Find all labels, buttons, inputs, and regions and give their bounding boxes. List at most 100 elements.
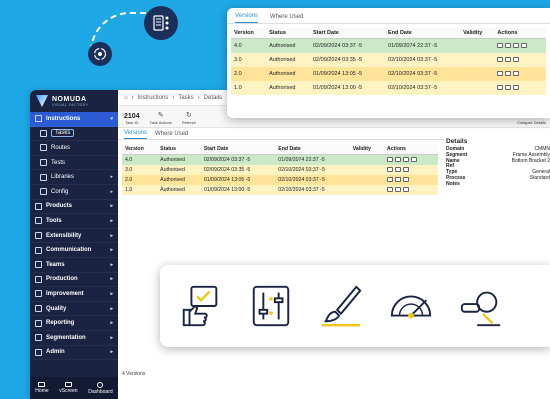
view-icon[interactable] bbox=[387, 157, 394, 163]
sidebar-item-libraries[interactable]: Libraries ▸ bbox=[30, 170, 118, 185]
dashboard-button[interactable]: Dashboard bbox=[88, 381, 113, 395]
copy-icon[interactable] bbox=[505, 42, 512, 48]
sidebar-item-segmentation[interactable]: Segmentation ▸ bbox=[30, 331, 118, 346]
copy-icon[interactable] bbox=[505, 84, 512, 90]
details-title: Details bbox=[446, 138, 468, 145]
column-header-status[interactable]: Status bbox=[157, 144, 201, 155]
sidebar-item-extensibility[interactable]: Extensibility ▸ bbox=[30, 229, 118, 244]
table-row[interactable]: 2.0 Authorised 01/09/2024 13:05 -5 02/10/20… bbox=[122, 175, 438, 185]
sidebar-item-routes[interactable]: Routes bbox=[30, 141, 118, 156]
view-icon[interactable] bbox=[497, 42, 504, 48]
task-id-label: Task ID bbox=[125, 120, 139, 125]
view-icon[interactable] bbox=[497, 70, 504, 76]
view-icon[interactable] bbox=[497, 84, 504, 90]
column-header-end-date[interactable]: End Date bbox=[275, 144, 350, 155]
tab-where-used[interactable]: Where Used bbox=[155, 131, 188, 139]
table-row[interactable]: 4.0 Authorised 02/09/2024 03:37 -5 01/09/20… bbox=[122, 154, 438, 165]
compare-icon[interactable] bbox=[403, 167, 410, 173]
sidebar-item-quality[interactable]: Quality ▸ bbox=[30, 302, 118, 317]
detail-value: Bottom Bracket 2 bbox=[511, 157, 550, 164]
compare-icon[interactable] bbox=[403, 177, 410, 183]
copy-icon[interactable] bbox=[505, 70, 512, 76]
compare-icon[interactable] bbox=[513, 56, 520, 62]
task-id-value: 2104 bbox=[124, 113, 140, 120]
copy-icon[interactable] bbox=[505, 56, 512, 62]
vscreen-button[interactable]: vScreen bbox=[59, 382, 78, 394]
document-flow-icon bbox=[144, 6, 178, 40]
compare-icon[interactable] bbox=[403, 187, 410, 193]
column-header-status[interactable]: Status bbox=[266, 28, 310, 39]
task-actions-button[interactable]: ✎ Task Actions bbox=[150, 111, 172, 125]
sync-gear-icon bbox=[88, 42, 112, 66]
sidebar-item-reporting[interactable]: Reporting ▸ bbox=[30, 316, 118, 331]
copy-icon[interactable] bbox=[395, 177, 402, 183]
cell-validity bbox=[460, 80, 495, 95]
column-header-start-date[interactable]: Start Date bbox=[310, 28, 386, 39]
compare-icon[interactable] bbox=[513, 84, 520, 90]
view-icon[interactable] bbox=[387, 187, 394, 193]
table-row[interactable]: 1.0 Authorised 01/09/2024 13:00 -5 02/10/20… bbox=[122, 185, 438, 195]
copy-icon[interactable] bbox=[395, 167, 402, 173]
column-header-actions[interactable]: Actions bbox=[494, 28, 546, 39]
column-header-validity[interactable]: Validity bbox=[460, 28, 495, 39]
column-header-start-date[interactable]: Start Date bbox=[200, 144, 276, 155]
view-icon[interactable] bbox=[387, 167, 394, 173]
column-header-actions[interactable]: Actions bbox=[384, 144, 438, 155]
cell-validity bbox=[349, 154, 385, 165]
chevron-icon: ▸ bbox=[110, 232, 113, 239]
breadcrumb-tasks[interactable]: Tasks bbox=[178, 95, 193, 101]
brand-logo[interactable]: NOMUDA VISUAL FACTORY bbox=[30, 90, 118, 112]
cell-start: 02/09/2024 03:37 -5 bbox=[200, 154, 276, 165]
view-icon[interactable] bbox=[387, 177, 394, 183]
view-icon[interactable] bbox=[497, 56, 504, 62]
column-header-version[interactable]: Version bbox=[122, 144, 158, 155]
tab-versions[interactable]: Versions bbox=[235, 13, 259, 23]
sidebar-item-teams[interactable]: Teams ▸ bbox=[30, 258, 118, 273]
document-icon[interactable] bbox=[403, 157, 410, 163]
tab-where-used[interactable]: Where Used bbox=[270, 14, 303, 23]
sidebar-item-tools[interactable]: Tools ▸ bbox=[30, 214, 118, 229]
column-header-validity[interactable]: Validity bbox=[349, 144, 385, 155]
sidebar-item-admin[interactable]: Admin ▸ bbox=[30, 346, 118, 361]
sidebar-item-communication[interactable]: Communication ▸ bbox=[30, 243, 118, 258]
breadcrumb-instructions[interactable]: Instructions bbox=[138, 95, 169, 101]
protractor-icon bbox=[390, 295, 432, 319]
document-icon[interactable] bbox=[513, 42, 520, 48]
sidebar-item-tests[interactable]: Tests bbox=[30, 156, 118, 171]
home-icon bbox=[38, 382, 46, 387]
cell-end: 02/10/2024 03:37 -5 bbox=[275, 165, 350, 175]
sidebar-item-label: Teams bbox=[46, 261, 65, 268]
tab-versions[interactable]: Versions bbox=[124, 130, 148, 139]
table-row[interactable]: 4.0 Authorised 02/09/2024 03:37 -5 01/09/20… bbox=[231, 38, 546, 53]
tasks-icon bbox=[40, 129, 47, 137]
tab-bar-zoom: Versions Where Used bbox=[227, 8, 550, 24]
compare-icon[interactable] bbox=[513, 70, 520, 76]
cell-status: Authorised bbox=[266, 38, 310, 53]
products-icon bbox=[35, 202, 42, 210]
table-row[interactable]: 3.0 Authorised 02/09/2024 03:35 -5 02/10/20… bbox=[231, 52, 546, 67]
sidebar-item-improvement[interactable]: Improvement ▸ bbox=[30, 287, 118, 302]
sidebar-item-products[interactable]: Products ▸ bbox=[30, 200, 118, 215]
chevron-icon: ▾ bbox=[110, 115, 113, 122]
table-row[interactable]: 2.0 Authorised 01/09/2024 13:05 -5 02/10/20… bbox=[231, 66, 546, 81]
copy-icon[interactable] bbox=[395, 187, 402, 193]
table-row[interactable]: 3.0 Authorised 02/09/2024 03:35 -5 02/10/20… bbox=[122, 165, 438, 175]
column-header-version[interactable]: Version bbox=[231, 28, 267, 39]
compare-icon[interactable] bbox=[411, 157, 418, 163]
cell-version: 2.0 bbox=[231, 66, 267, 81]
cell-actions bbox=[384, 165, 438, 175]
home-button[interactable]: Home bbox=[35, 382, 49, 394]
compare-icon[interactable] bbox=[521, 42, 528, 48]
column-header-end-date[interactable]: End Date bbox=[385, 28, 461, 39]
home-icon[interactable]: ⌂ bbox=[124, 95, 128, 101]
refresh-button[interactable]: ↻ Refresh bbox=[182, 111, 196, 125]
detail-row-notes: Notes bbox=[446, 181, 550, 188]
sidebar-item-production[interactable]: Production ▸ bbox=[30, 273, 118, 288]
sidebar-item-instructions[interactable]: Instructions ▾ bbox=[30, 112, 118, 127]
sidebar-item-config[interactable]: Config ▸ bbox=[30, 185, 118, 200]
table-row[interactable]: 1.0 Authorised 01/09/2024 13:00 -5 02/10/20… bbox=[231, 80, 546, 95]
chevron-icon: ▸ bbox=[110, 203, 113, 210]
cell-status: Authorised bbox=[157, 154, 201, 165]
copy-icon[interactable] bbox=[395, 157, 402, 163]
sidebar-item-tasks[interactable]: Tasks bbox=[30, 127, 118, 142]
